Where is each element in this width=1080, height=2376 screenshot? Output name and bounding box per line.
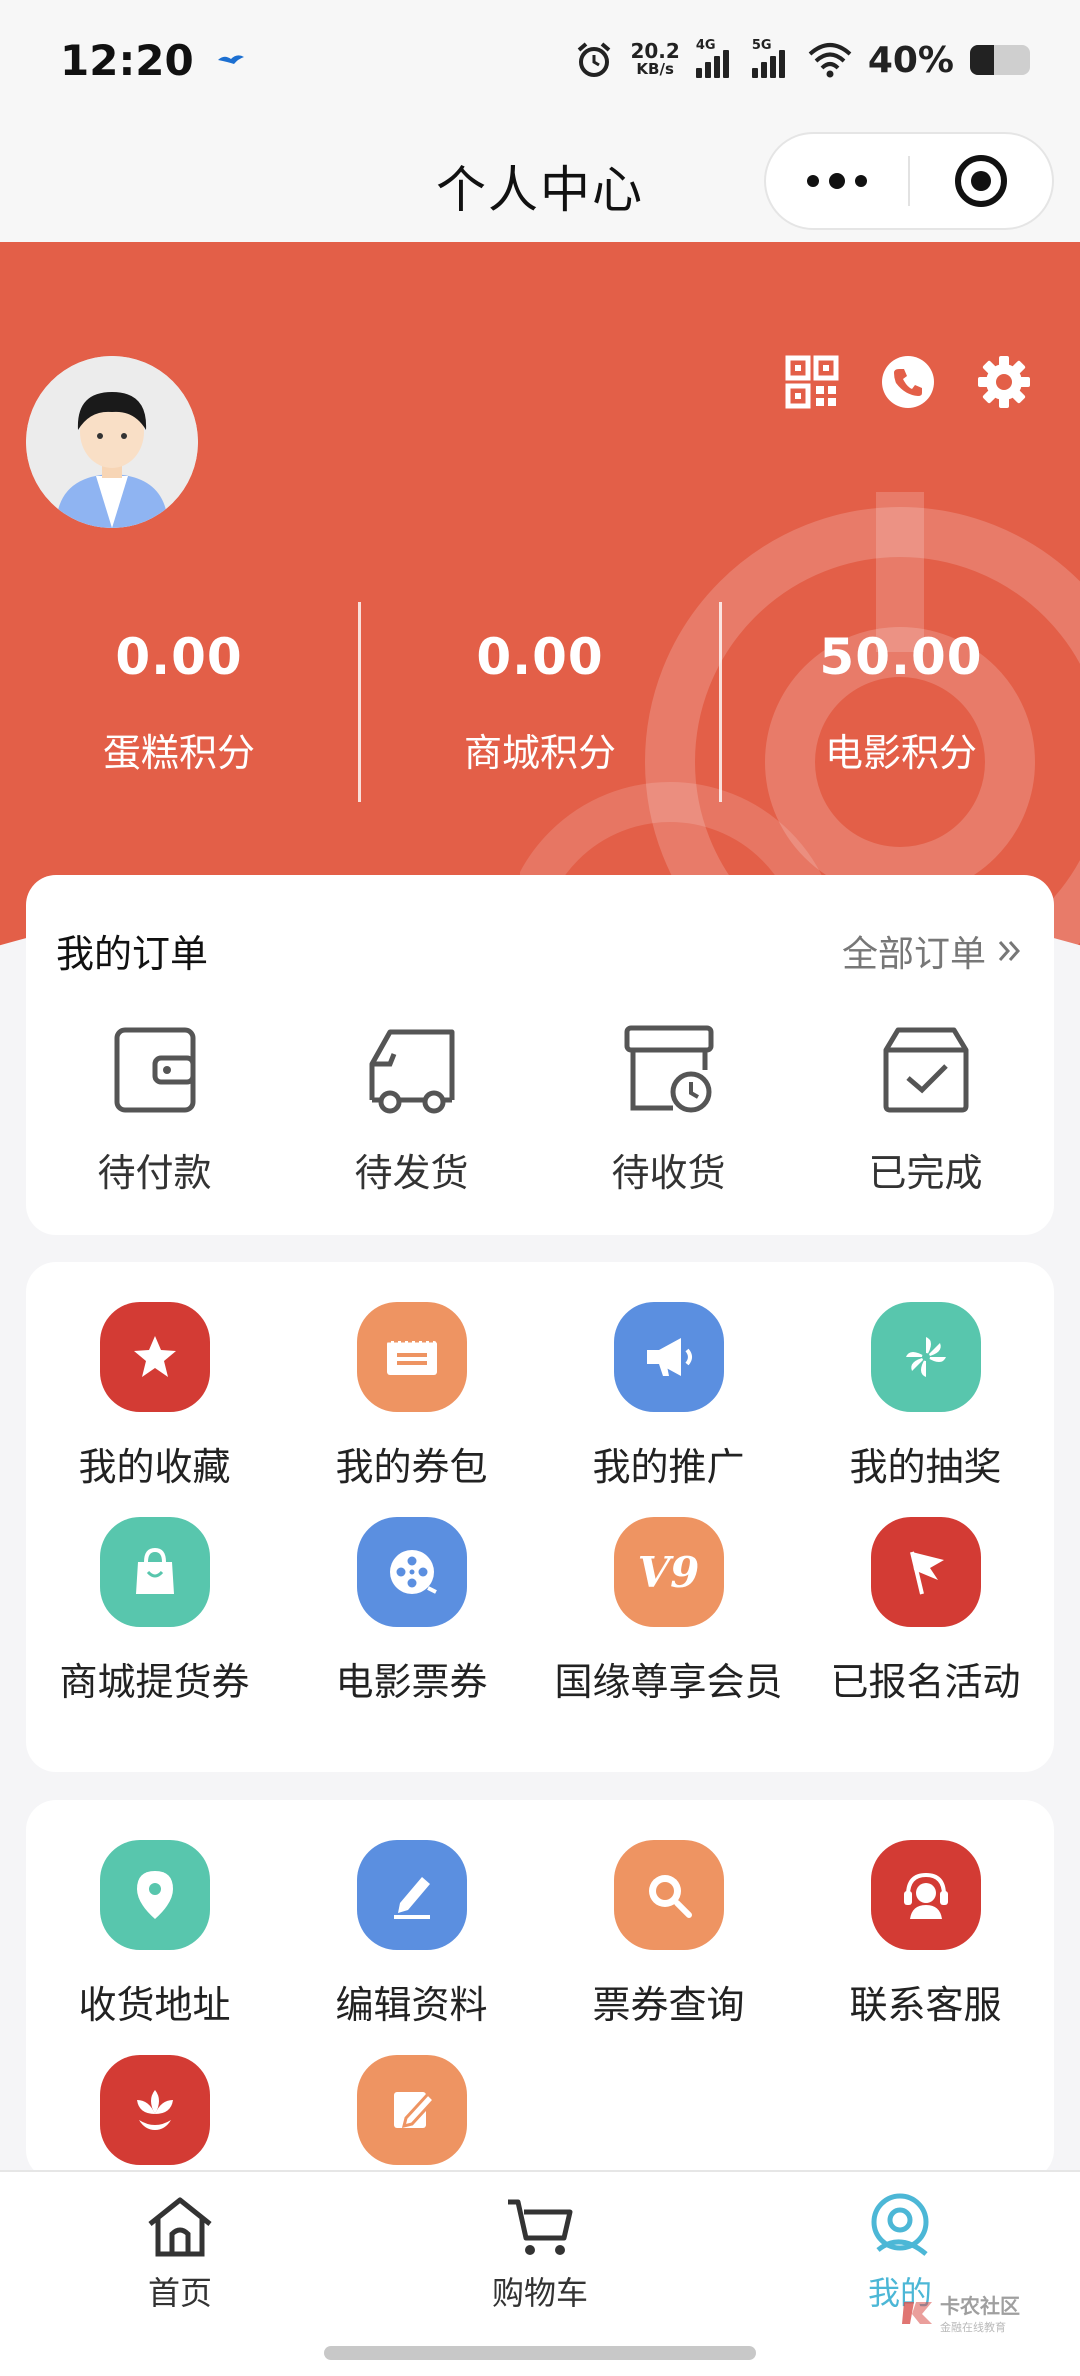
user-avatar-image bbox=[26, 356, 198, 528]
more-menu-button[interactable] bbox=[766, 173, 908, 189]
ticket-inquiry[interactable]: 票券查询 bbox=[540, 1840, 797, 2029]
mall-pickup-voucher[interactable]: 商城提货券 bbox=[26, 1517, 283, 1706]
nav-bar: 个人中心 bbox=[0, 120, 1080, 242]
film-reel-icon bbox=[356, 1517, 467, 1627]
my-coupons[interactable]: 我的券包 bbox=[283, 1302, 540, 1491]
avatar[interactable] bbox=[26, 356, 198, 528]
location-pin-icon bbox=[99, 1840, 210, 1950]
shopping-bag-icon bbox=[99, 1517, 210, 1627]
star-icon bbox=[99, 1302, 210, 1412]
pinwheel-icon bbox=[870, 1302, 981, 1412]
close-mini-program-button[interactable] bbox=[910, 155, 1052, 207]
cart-icon bbox=[502, 2192, 578, 2262]
settings-gear-icon[interactable] bbox=[976, 354, 1032, 410]
tab-cart[interactable]: 购物车 bbox=[360, 2172, 720, 2322]
watermark-icon bbox=[902, 2301, 932, 2324]
status-time: 12:20 bbox=[60, 35, 194, 85]
lotus-service[interactable] bbox=[26, 2055, 283, 2180]
points-movie[interactable]: 50.00 电影积分 bbox=[722, 602, 1080, 802]
order-completed[interactable]: 已完成 bbox=[797, 1020, 1054, 1197]
v9-badge-icon: V9 bbox=[613, 1517, 724, 1627]
phone-icon[interactable] bbox=[880, 354, 936, 410]
my-favorites[interactable]: 我的收藏 bbox=[26, 1302, 283, 1491]
bird-notification-icon bbox=[217, 55, 244, 64]
signal-4g-icon: 4G bbox=[695, 38, 736, 78]
double-chevron-right-icon bbox=[998, 940, 1021, 961]
my-lottery[interactable]: 我的抽奖 bbox=[797, 1302, 1054, 1491]
edit-note-service[interactable] bbox=[283, 2055, 540, 2180]
tools-card: 收货地址 编辑资料 票券查询 联系客服 bbox=[26, 1800, 1054, 2180]
box-check-icon bbox=[876, 1020, 976, 1120]
battery-percent: 40% bbox=[867, 39, 954, 81]
home-indicator bbox=[324, 2346, 756, 2360]
magnifier-icon bbox=[613, 1840, 724, 1950]
box-clock-icon bbox=[619, 1020, 719, 1120]
truck-icon bbox=[362, 1020, 462, 1120]
mini-program-capsule bbox=[764, 132, 1054, 230]
pen-icon bbox=[356, 1840, 467, 1950]
target-icon bbox=[955, 155, 1007, 207]
qr-code-icon[interactable] bbox=[784, 354, 840, 410]
shipping-address[interactable]: 收货地址 bbox=[26, 1840, 283, 2029]
movie-ticket-voucher[interactable]: 电影票券 bbox=[283, 1517, 540, 1706]
flag-icon bbox=[870, 1517, 981, 1627]
order-pending-receipt[interactable]: 待收货 bbox=[540, 1020, 797, 1197]
registered-activities[interactable]: 已报名活动 bbox=[797, 1517, 1054, 1706]
network-speed: 20.2 KB/s bbox=[630, 39, 680, 78]
edit-note-icon bbox=[356, 2055, 467, 2165]
wifi-icon bbox=[808, 43, 852, 78]
status-bar: 12:20 20.2 KB/s 4G 5G 40% bbox=[0, 0, 1080, 120]
tab-home[interactable]: 首页 bbox=[0, 2172, 360, 2322]
order-pending-payment[interactable]: 待付款 bbox=[26, 1020, 283, 1197]
ticket-icon bbox=[356, 1302, 467, 1412]
my-promotion[interactable]: 我的推广 bbox=[540, 1302, 797, 1491]
order-pending-shipment[interactable]: 待发货 bbox=[283, 1020, 540, 1197]
alarm-icon bbox=[578, 42, 611, 77]
headset-icon bbox=[870, 1840, 981, 1950]
watermark-logo: 卡农社区 金融在线教育 bbox=[900, 2290, 1020, 2335]
points-mall[interactable]: 0.00 商城积分 bbox=[361, 602, 719, 802]
profile-icon bbox=[862, 2192, 938, 2262]
my-orders-card: 我的订单 全部订单 待付款 待发货 待收货 已完成 bbox=[26, 875, 1054, 1235]
battery-icon bbox=[970, 45, 1030, 75]
contact-customer-service[interactable]: 联系客服 bbox=[797, 1840, 1054, 2029]
guoyuan-vip-member[interactable]: V9 国缘尊享会员 bbox=[540, 1517, 797, 1706]
services-card: 我的收藏 我的券包 我的推广 我的抽奖 商城提货券 电影票券 V9 国缘尊享会员… bbox=[26, 1262, 1054, 1772]
signal-5g-icon: 5G bbox=[751, 38, 792, 78]
megaphone-icon bbox=[613, 1302, 724, 1412]
home-icon bbox=[142, 2192, 218, 2262]
edit-profile[interactable]: 编辑资料 bbox=[283, 1840, 540, 2029]
points-summary: 0.00 蛋糕积分 0.00 商城积分 50.00 电影积分 bbox=[0, 602, 1080, 802]
points-cake[interactable]: 0.00 蛋糕积分 bbox=[0, 602, 358, 802]
lotus-icon bbox=[99, 2055, 210, 2165]
orders-title: 我的订单 bbox=[56, 932, 209, 976]
all-orders-link[interactable]: 全部订单 bbox=[842, 925, 1024, 977]
bottom-tab-bar: 首页 购物车 我的 卡农社区 金融在线教育 bbox=[0, 2170, 1080, 2376]
wallet-icon bbox=[105, 1020, 205, 1120]
